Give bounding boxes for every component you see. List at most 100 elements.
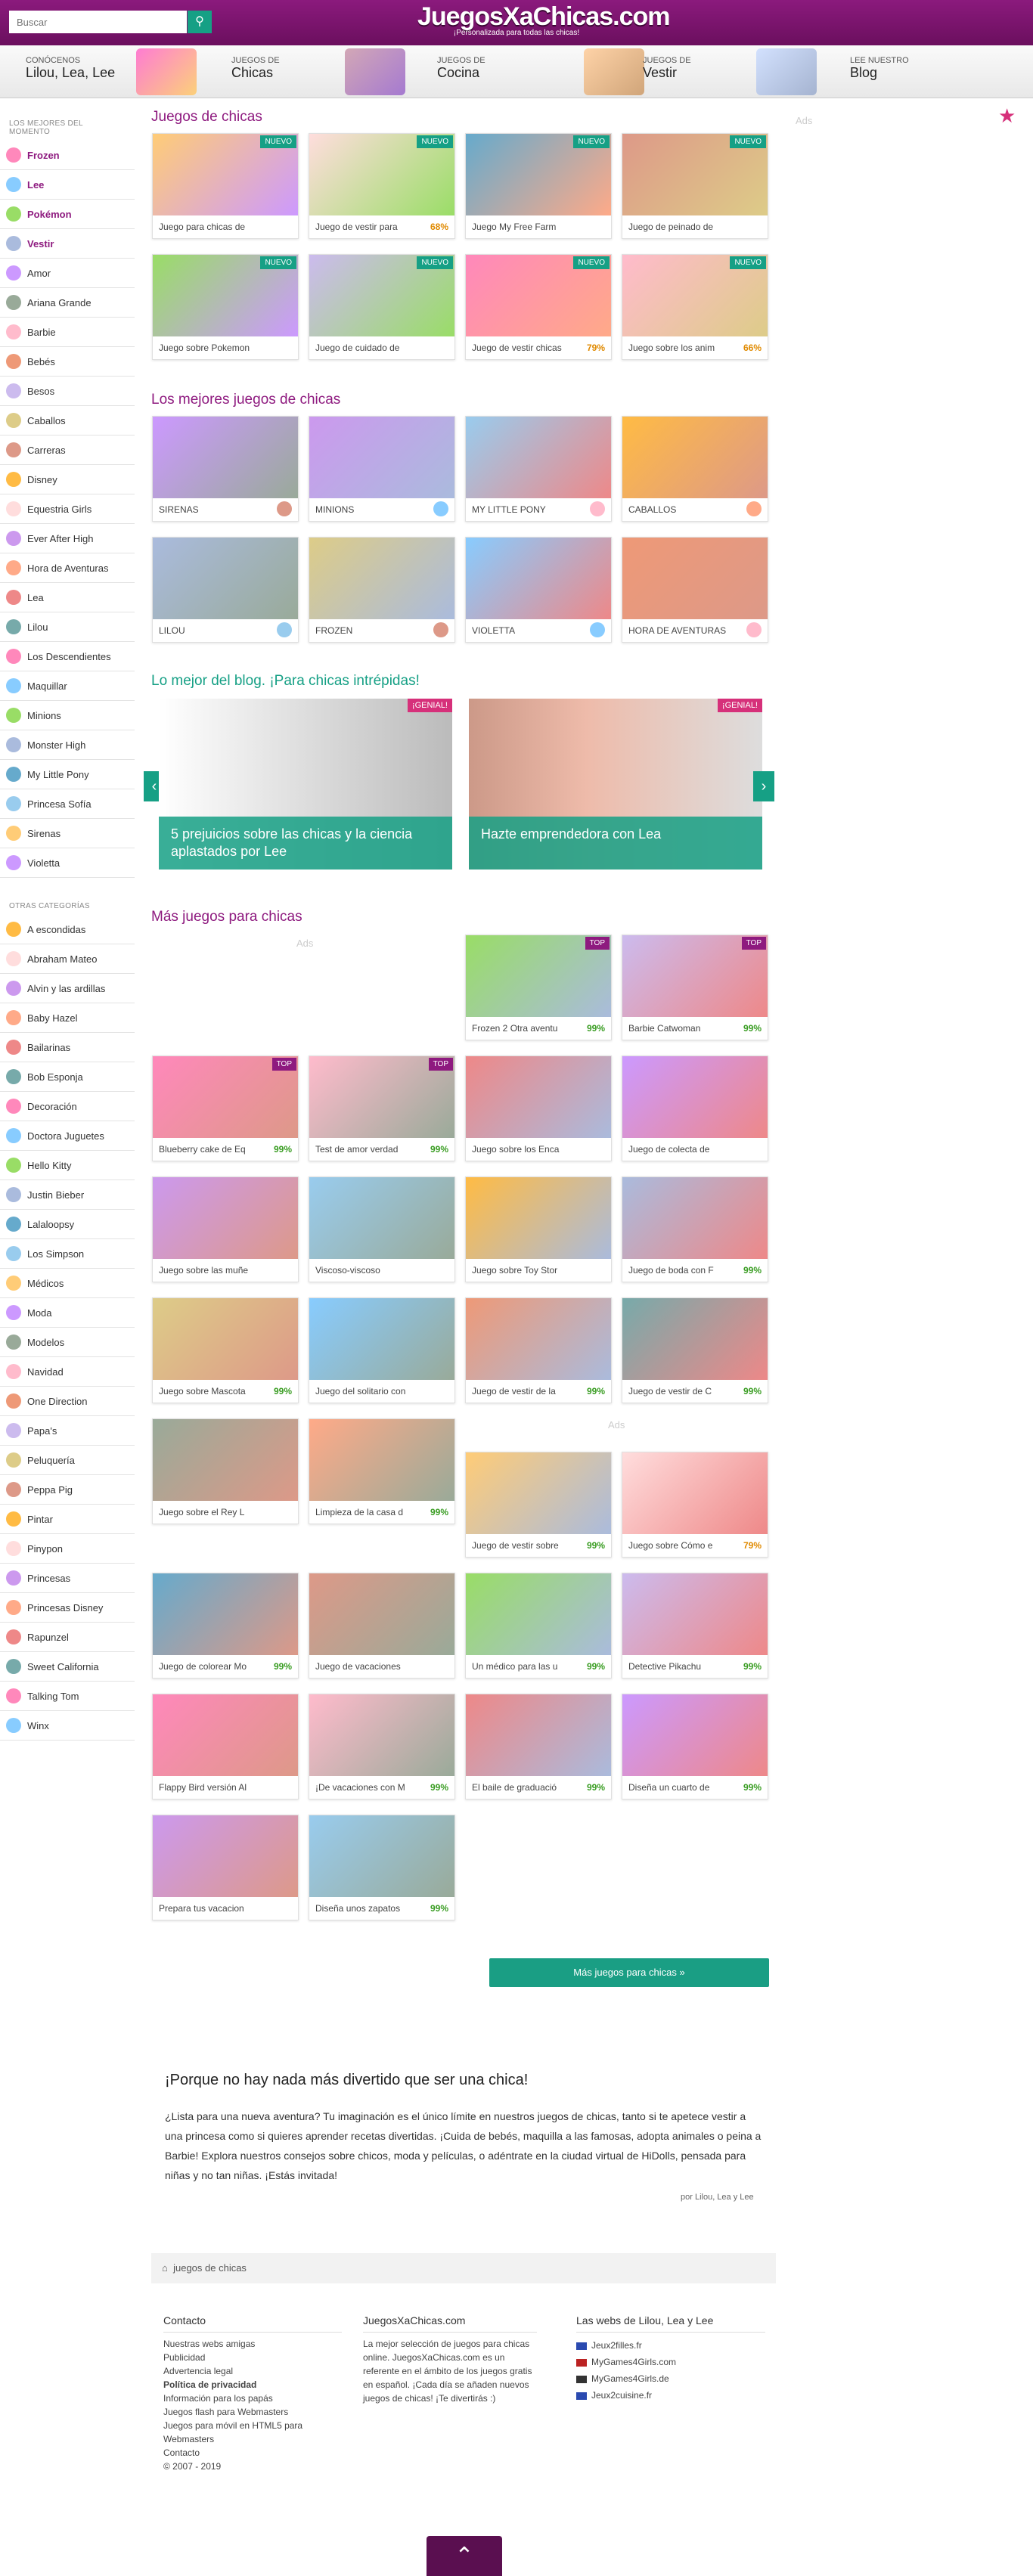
sidebar-item[interactable]: Ever After High	[0, 524, 135, 553]
footer-link[interactable]: Contacto	[163, 2446, 342, 2460]
blog-card-1[interactable]: ¡GENIAL! 5 prejuicios sobre las chicas y…	[159, 699, 452, 870]
game-thumbnail[interactable]	[309, 1419, 454, 1501]
sidebar-item[interactable]: Princesas	[0, 1564, 135, 1593]
sidebar-item[interactable]: Papa's	[0, 1416, 135, 1446]
footer-site-link[interactable]: Jeux2cuisine.fr	[576, 2387, 765, 2404]
game-thumbnail[interactable]	[622, 1056, 768, 1138]
game-thumbnail[interactable]	[466, 1298, 611, 1380]
sidebar-item[interactable]: Sweet California	[0, 1652, 135, 1682]
site-logo[interactable]: JuegosXaChicas.com ¡Personalizada para to…	[417, 2, 670, 42]
game-card[interactable]: Juego de vacaciones	[309, 1573, 455, 1679]
game-thumbnail[interactable]	[309, 1177, 454, 1259]
game-thumbnail[interactable]	[466, 1452, 611, 1534]
sidebar-item[interactable]: Maquillar	[0, 671, 135, 701]
game-card[interactable]: Juego de vestir sobre 99%	[465, 1452, 612, 1558]
game-card[interactable]: Juego sobre las muñe	[152, 1176, 299, 1282]
game-card[interactable]: Frozen 2 Otra aventu 99% TOP	[465, 935, 612, 1040]
footer-link[interactable]: Política de privacidad	[163, 2378, 342, 2392]
game-thumbnail[interactable]	[153, 1177, 298, 1259]
sidebar-item[interactable]: Caballos	[0, 406, 135, 436]
about-author[interactable]: por Lilou, Lea y Lee	[681, 2193, 754, 2202]
game-thumbnail[interactable]	[153, 1573, 298, 1655]
game-card[interactable]: Juego de vestir de la 99%	[465, 1297, 612, 1403]
sidebar-item[interactable]: Hora de Aventuras	[0, 553, 135, 583]
game-card[interactable]: FROZEN	[309, 537, 455, 643]
sidebar-item[interactable]: Lilou	[0, 612, 135, 642]
sidebar-item[interactable]: Decoración	[0, 1092, 135, 1121]
sidebar-item[interactable]: Amor	[0, 259, 135, 288]
nav-conocenos-image[interactable]	[136, 48, 197, 95]
footer-site-link[interactable]: MyGames4Girls.com	[576, 2354, 765, 2370]
game-card[interactable]: Juego sobre Pokemon NUEVO	[152, 254, 299, 360]
sidebar-item[interactable]: My Little Pony	[0, 760, 135, 789]
sidebar-item[interactable]: Modelos	[0, 1328, 135, 1357]
game-card[interactable]: Un médico para las u 99%	[465, 1573, 612, 1679]
game-card[interactable]: Viscoso-viscoso	[309, 1176, 455, 1282]
game-thumbnail[interactable]	[153, 1815, 298, 1897]
sidebar-item[interactable]: Sirenas	[0, 819, 135, 848]
sidebar-item[interactable]: Winx	[0, 1711, 135, 1741]
game-card[interactable]: Juego de vestir de C 99%	[622, 1297, 768, 1403]
footer-link[interactable]: Juegos para móvil en HTML5 para Webmaste…	[163, 2419, 342, 2446]
game-thumbnail[interactable]	[466, 1694, 611, 1776]
game-thumbnail[interactable]	[153, 1694, 298, 1776]
game-card[interactable]: Juego sobre los Enca	[465, 1056, 612, 1161]
home-icon[interactable]: ⌂	[162, 2262, 168, 2274]
game-card[interactable]: Barbie Catwoman 99% TOP	[622, 935, 768, 1040]
game-thumbnail[interactable]	[309, 538, 454, 619]
game-card[interactable]: CABALLOS	[622, 416, 768, 522]
sidebar-item[interactable]: Frozen	[0, 141, 135, 170]
game-thumbnail[interactable]	[622, 1298, 768, 1380]
sidebar-item[interactable]: Rapunzel	[0, 1623, 135, 1652]
game-thumbnail[interactable]	[466, 1573, 611, 1655]
sidebar-item[interactable]: Lea	[0, 583, 135, 612]
sidebar-item[interactable]: Disney	[0, 465, 135, 494]
game-card[interactable]: VIOLETTA	[465, 537, 612, 643]
game-card[interactable]: Juego sobre Toy Stor	[465, 1176, 612, 1282]
more-games-button[interactable]: Más juegos para chicas »	[489, 1958, 769, 1987]
sidebar-item[interactable]: Pinypon	[0, 1534, 135, 1564]
game-card[interactable]: SIRENAS	[152, 416, 299, 522]
star-icon[interactable]: ★	[998, 104, 1016, 128]
game-thumbnail[interactable]	[622, 538, 768, 619]
game-card[interactable]: Juego de colorear Mo 99%	[152, 1573, 299, 1679]
game-card[interactable]: Flappy Bird versión Al	[152, 1694, 299, 1799]
sidebar-item[interactable]: Peppa Pig	[0, 1475, 135, 1505]
sidebar-item[interactable]: Justin Bieber	[0, 1180, 135, 1210]
game-thumbnail[interactable]	[309, 1694, 454, 1776]
back-to-top-button[interactable]: ⌃	[427, 2536, 502, 2576]
sidebar-item[interactable]: Bailarinas	[0, 1033, 135, 1062]
sidebar-item[interactable]: Princesas Disney	[0, 1593, 135, 1623]
sidebar-item[interactable]: Baby Hazel	[0, 1003, 135, 1033]
game-thumbnail[interactable]	[466, 1056, 611, 1138]
nav-blog[interactable]: Lee nuestro Blog	[850, 45, 909, 98]
sidebar-item[interactable]: Hello Kitty	[0, 1151, 135, 1180]
game-card[interactable]: MY LITTLE PONY	[465, 416, 612, 522]
sidebar-item[interactable]: Moda	[0, 1298, 135, 1328]
footer-site-link[interactable]: MyGames4Girls.de	[576, 2370, 765, 2387]
nav-cocina[interactable]: Juegos de Cocina	[437, 45, 485, 98]
game-card[interactable]: Juego sobre los anim 66% NUEVO	[622, 254, 768, 360]
game-card[interactable]: Juego de cuidado de NUEVO	[309, 254, 455, 360]
sidebar-item[interactable]: Alvin y las ardillas	[0, 974, 135, 1003]
game-card[interactable]: Juego de boda con F 99%	[622, 1176, 768, 1282]
sidebar-item[interactable]: Pintar	[0, 1505, 135, 1534]
sidebar-item[interactable]: Bebés	[0, 347, 135, 377]
game-card[interactable]: Juego sobre Mascota 99%	[152, 1297, 299, 1403]
game-thumbnail[interactable]	[153, 1298, 298, 1380]
sidebar-item[interactable]: Lalaloopsy	[0, 1210, 135, 1239]
game-card[interactable]: Diseña un cuarto de 99%	[622, 1694, 768, 1799]
footer-link[interactable]: Nuestras webs amigas	[163, 2337, 342, 2351]
game-thumbnail[interactable]	[466, 417, 611, 498]
nav-chicas-image[interactable]	[345, 48, 405, 95]
game-card[interactable]: Limpieza de la casa d 99%	[309, 1418, 455, 1524]
sidebar-item[interactable]: Monster High	[0, 730, 135, 760]
game-card[interactable]: ¡De vacaciones con M 99%	[309, 1694, 455, 1799]
sidebar-item[interactable]: Vestir	[0, 229, 135, 259]
sidebar-item[interactable]: Abraham Mateo	[0, 944, 135, 974]
game-thumbnail[interactable]	[309, 417, 454, 498]
sidebar-item[interactable]: Bob Esponja	[0, 1062, 135, 1092]
sidebar-item[interactable]: Doctora Juguetes	[0, 1121, 135, 1151]
sidebar-item[interactable]: Equestria Girls	[0, 494, 135, 524]
game-card[interactable]: Juego de peinado de NUEVO	[622, 133, 768, 239]
